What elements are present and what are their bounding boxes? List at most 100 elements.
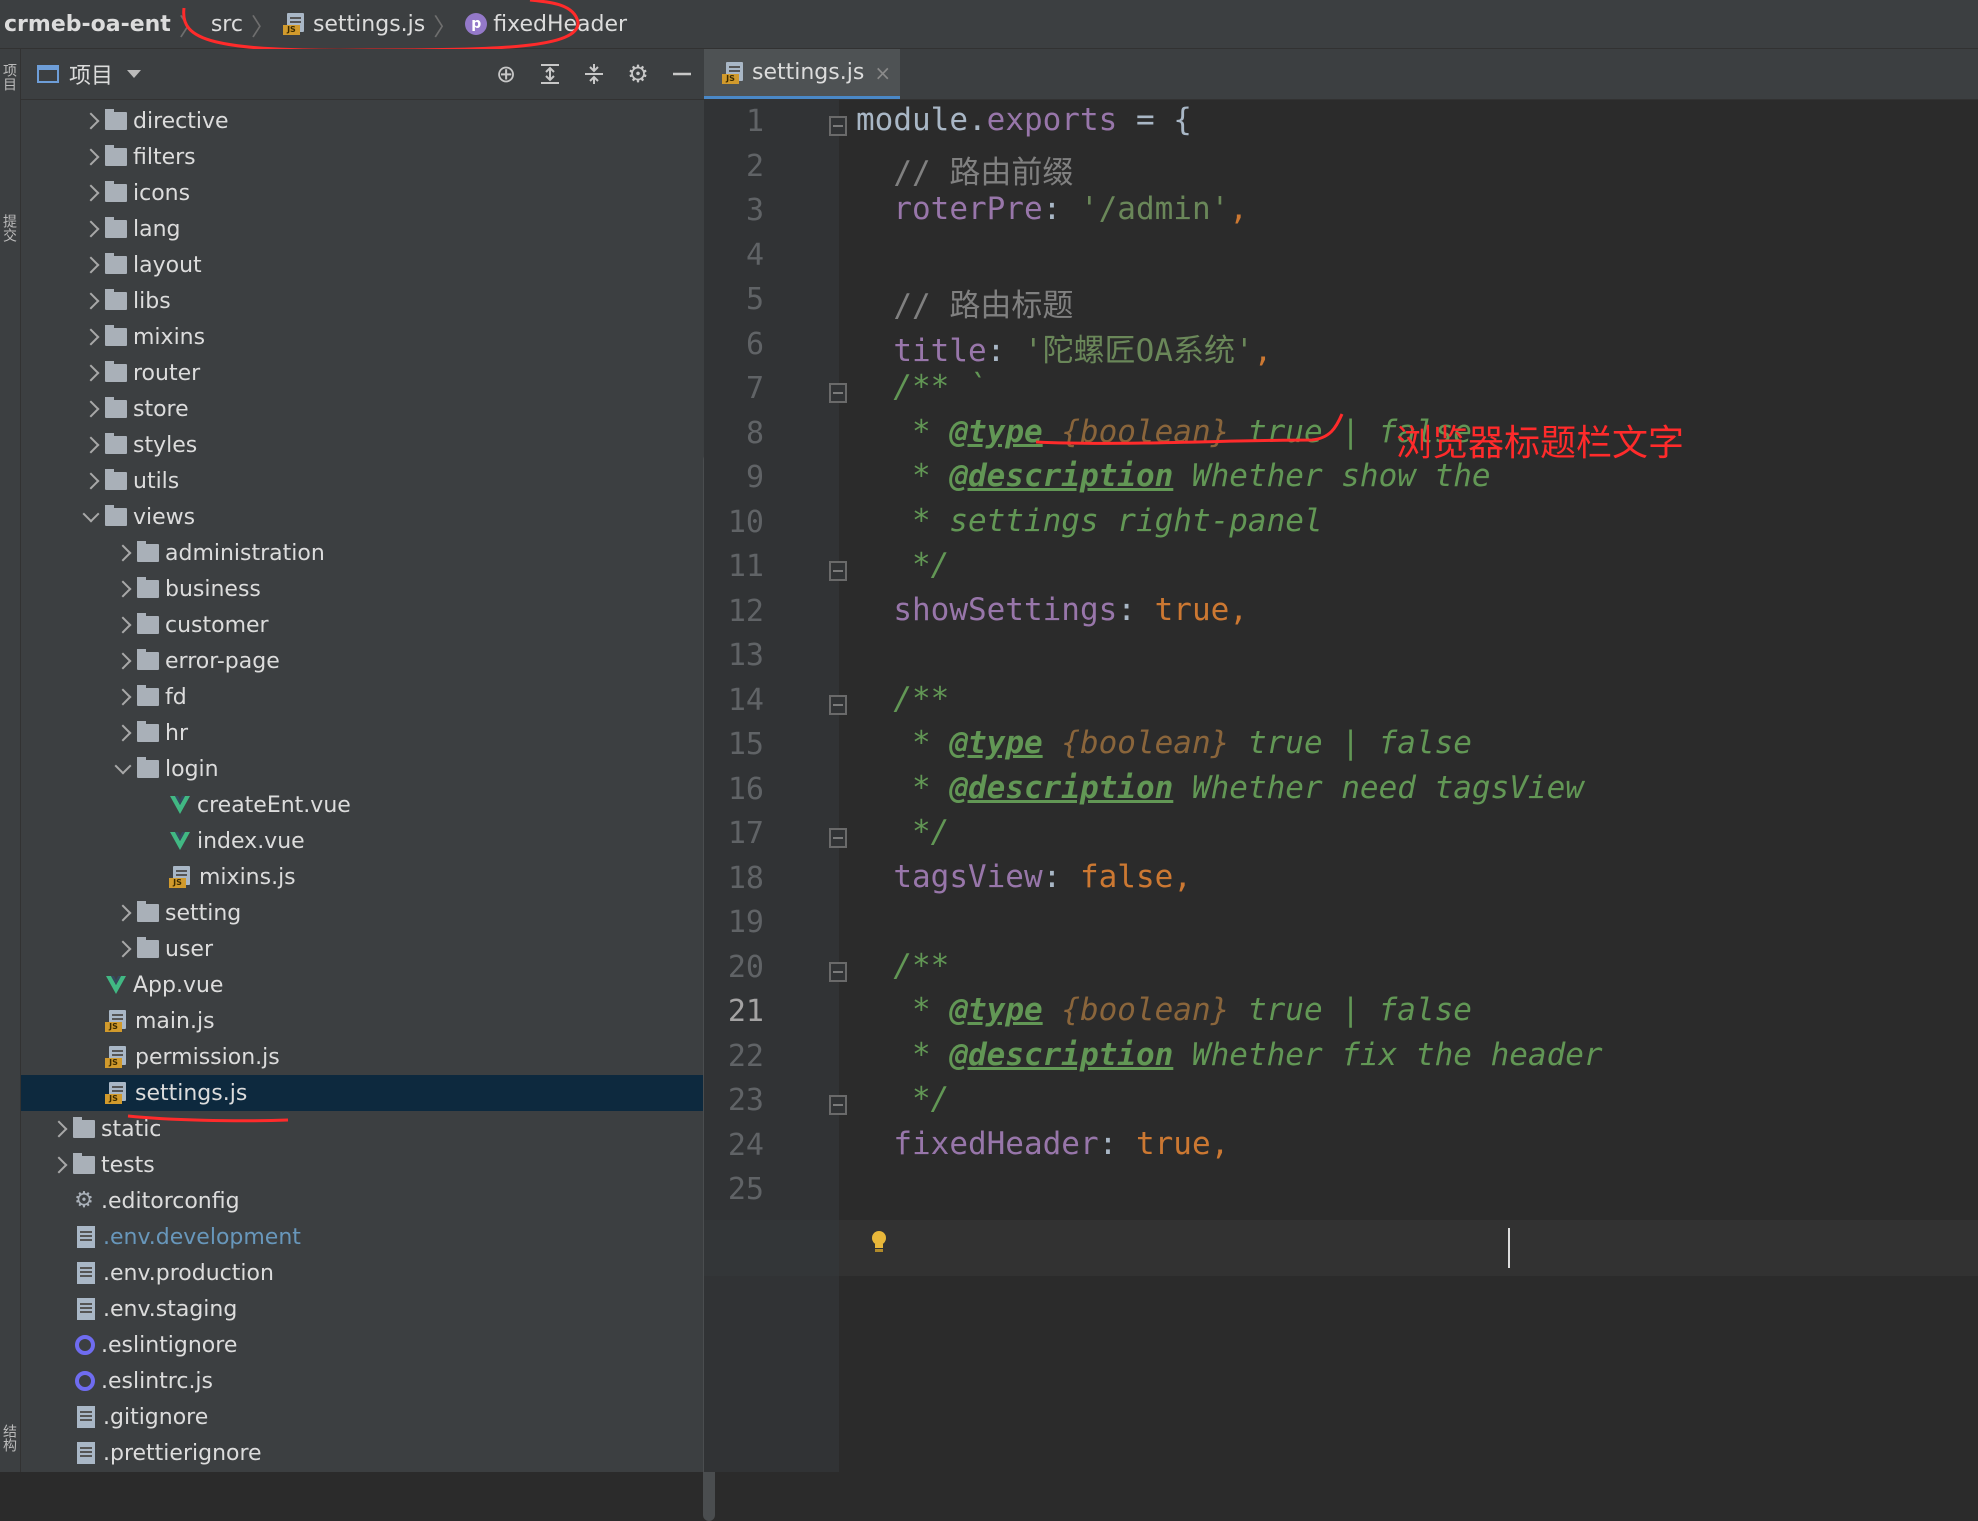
project-view-selector[interactable]: 项目 xyxy=(37,58,142,90)
tree-item-user[interactable]: user xyxy=(21,931,704,967)
tree-item-label: tests xyxy=(101,1152,155,1178)
chevron-right-icon[interactable] xyxy=(82,112,100,130)
tree-item-layout[interactable]: layout xyxy=(21,247,704,283)
tree-item-env-development[interactable]: .env.development xyxy=(21,1219,704,1255)
tree-item-views[interactable]: views xyxy=(21,499,704,535)
tree-item-icons[interactable]: icons xyxy=(21,175,704,211)
minimize-icon[interactable] xyxy=(667,59,697,89)
tree-item-settings-js[interactable]: JS settings.js xyxy=(21,1075,704,1111)
tree-item-directive[interactable]: directive xyxy=(21,103,704,139)
tree-item-label: icons xyxy=(133,180,191,206)
line-number: 1 xyxy=(745,104,764,139)
tree-item-fd[interactable]: fd xyxy=(21,679,704,715)
tree-item-router[interactable]: router xyxy=(21,355,704,391)
tree-item-editorconfig[interactable]: ⚙ .editorconfig xyxy=(21,1183,704,1219)
fold-marker-icon[interactable] xyxy=(829,828,847,848)
chevron-right-icon[interactable] xyxy=(82,256,100,274)
tree-item-lang[interactable]: lang xyxy=(21,211,704,247)
tree-item-business[interactable]: business xyxy=(21,571,704,607)
chevron-down-icon[interactable] xyxy=(114,757,132,775)
chevron-right-icon[interactable] xyxy=(114,724,132,742)
tree-item-customer[interactable]: customer xyxy=(21,607,704,643)
tree-item-setting[interactable]: setting xyxy=(21,895,704,931)
tree-item-label: lang xyxy=(133,216,181,242)
tree-item-permission-js[interactable]: JS permission.js xyxy=(21,1039,704,1075)
code-line: roterPre: '/admin', xyxy=(893,191,1248,227)
tree-item-administration[interactable]: administration xyxy=(21,535,704,571)
chevron-right-icon[interactable] xyxy=(114,904,132,922)
gear-icon[interactable]: ⚙ xyxy=(623,59,653,89)
chevron-right-icon[interactable] xyxy=(82,148,100,166)
fold-marker-icon[interactable] xyxy=(829,694,847,715)
line-number: 18 xyxy=(727,860,764,896)
eslint-icon xyxy=(75,1335,95,1355)
folder-icon xyxy=(137,541,159,562)
tree-item-gitignore[interactable]: .gitignore xyxy=(21,1399,704,1435)
tree-item-store[interactable]: store xyxy=(21,391,704,427)
tree-item-filters[interactable]: filters xyxy=(21,139,704,175)
tree-item-libs[interactable]: libs xyxy=(21,283,704,319)
tree-item-createent-vue[interactable]: createEnt.vue xyxy=(21,787,704,823)
vue-file-icon xyxy=(106,976,126,994)
chevron-right-icon[interactable] xyxy=(50,1156,68,1174)
breadcrumb-project[interactable]: crmeb-oa-ent xyxy=(0,12,171,37)
locate-icon[interactable]: ⊕ xyxy=(491,59,521,89)
chevron-right-icon[interactable] xyxy=(82,364,100,382)
chevron-right-icon[interactable] xyxy=(50,1120,68,1138)
tree-item-index-vue[interactable]: index.vue xyxy=(21,823,704,859)
tab-project-vertical[interactable]: 项目 xyxy=(1,63,19,91)
chevron-down-icon[interactable] xyxy=(82,505,100,523)
lightbulb-icon[interactable] xyxy=(870,1230,888,1254)
chevron-right-icon[interactable] xyxy=(114,580,132,598)
tree-item-utils[interactable]: utils xyxy=(21,463,704,499)
tree-item-env-production[interactable]: .env.production xyxy=(21,1255,704,1291)
tree-item-mixins-js[interactable]: JS mixins.js xyxy=(21,859,704,895)
tree-item-login[interactable]: login xyxy=(21,751,704,787)
fold-marker-icon[interactable] xyxy=(829,961,847,982)
collapse-all-icon[interactable] xyxy=(579,59,609,89)
tree-item-label: user xyxy=(165,936,213,962)
tree-item-hr[interactable]: hr xyxy=(21,715,704,751)
chevron-right-icon[interactable] xyxy=(82,328,100,346)
tab-commit-vertical[interactable]: 提交 xyxy=(1,214,19,242)
chevron-right-icon[interactable] xyxy=(114,652,132,670)
code-line: * settings right-panel xyxy=(856,502,1323,539)
tab-structure-vertical[interactable]: 结构 xyxy=(1,1424,19,1452)
annotation-browser-title-text: 浏览器标题栏文字 xyxy=(1396,423,1685,464)
chevron-right-icon[interactable] xyxy=(82,436,100,454)
line-number: 22 xyxy=(727,1038,764,1074)
tree-item-error-page[interactable]: error-page xyxy=(21,643,704,679)
fold-marker-icon[interactable] xyxy=(829,116,847,136)
fold-marker-icon[interactable] xyxy=(829,561,847,581)
tree-item-tests[interactable]: tests xyxy=(21,1147,704,1183)
tree-item-eslintrc-js[interactable]: .eslintrc.js xyxy=(21,1363,704,1399)
code-line: /** xyxy=(856,947,950,984)
fold-marker-icon[interactable] xyxy=(829,383,847,403)
tree-item-static[interactable]: static xyxy=(21,1111,704,1147)
chevron-right-icon[interactable] xyxy=(82,184,100,202)
tree-item-prettierignore[interactable]: .prettierignore xyxy=(21,1435,704,1471)
tree-item-app-vue[interactable]: App.vue xyxy=(21,967,704,1003)
chevron-right-icon[interactable] xyxy=(114,544,132,562)
tree-item-eslintignore[interactable]: .eslintignore xyxy=(21,1327,704,1363)
tree-item-mixins[interactable]: mixins xyxy=(21,319,704,355)
chevron-right-icon[interactable] xyxy=(114,616,132,634)
chevron-right-icon[interactable] xyxy=(82,292,100,310)
chevron-right-icon[interactable] xyxy=(82,220,100,238)
expand-all-icon[interactable] xyxy=(535,59,565,89)
chevron-right-icon[interactable] xyxy=(82,472,100,490)
line-number: 15 xyxy=(727,727,764,762)
tree-item-main-js[interactable]: JS main.js xyxy=(21,1003,704,1039)
chevron-right-icon[interactable] xyxy=(114,688,132,706)
code-line: */ xyxy=(856,1081,950,1117)
tab-settings-js[interactable]: JS settings.js × xyxy=(704,49,900,99)
close-icon[interactable]: × xyxy=(874,61,891,85)
chevron-right-icon[interactable] xyxy=(82,400,100,418)
folder-icon xyxy=(137,577,159,598)
tree-item-env-staging[interactable]: .env.staging xyxy=(21,1291,704,1327)
tree-item-styles[interactable]: styles xyxy=(21,427,704,463)
fold-marker-icon[interactable] xyxy=(829,1095,847,1115)
tree-item-label: directive xyxy=(133,108,229,134)
chevron-right-icon[interactable] xyxy=(114,940,132,958)
line-number: 20 xyxy=(727,949,764,985)
